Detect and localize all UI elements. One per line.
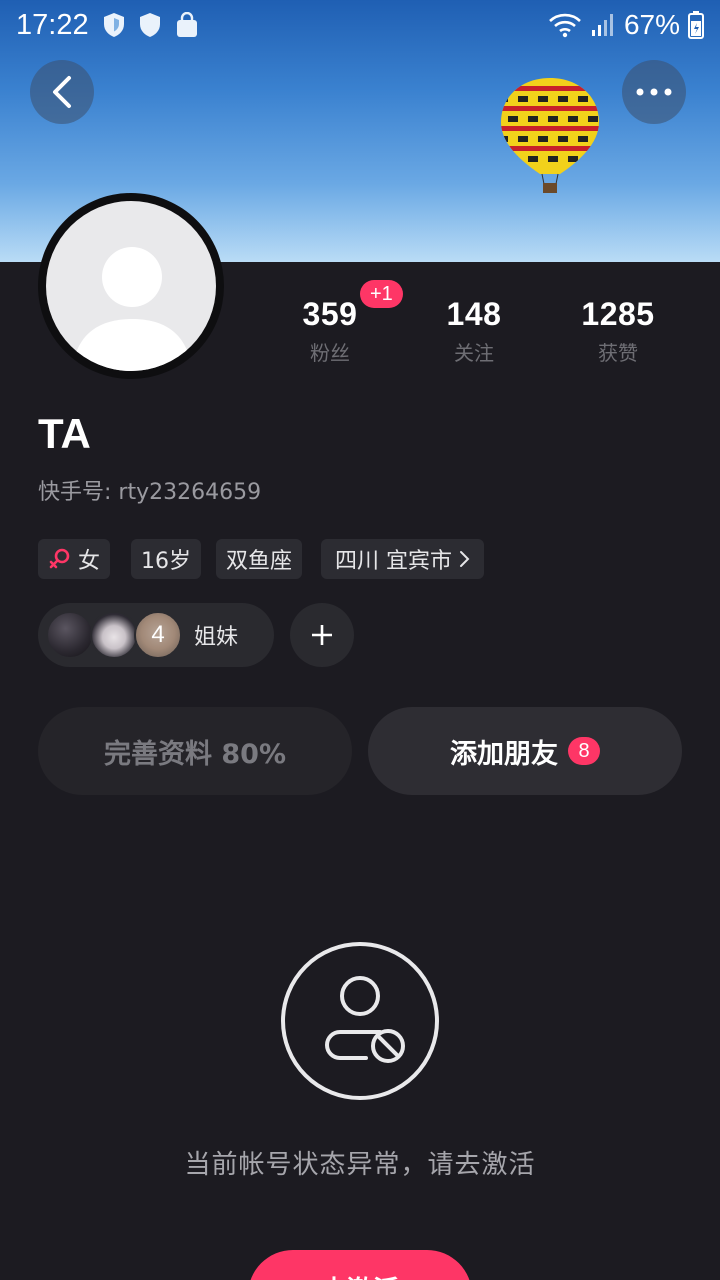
more-options-button[interactable] [622,60,686,124]
likes-count: 1285 [581,296,655,332]
group-count: 4 [136,613,180,657]
fans-label: 粉丝 [310,341,350,365]
add-group-button[interactable] [290,603,354,667]
add-friends-badge: 8 [568,737,600,765]
age-label: 16岁 [141,549,191,574]
complete-profile-label: 完善资料 80% [103,738,287,770]
female-icon [49,548,70,569]
activate-label: 去激活 [321,1270,399,1280]
more-horizontal-icon [636,88,672,96]
group-member-avatar [90,611,138,659]
add-friends-button[interactable]: 添加朋友 8 [368,707,682,795]
default-avatar-image [46,201,216,371]
zodiac-tag: 双鱼座 [216,539,303,579]
status-bar: 17:22 67% [0,0,720,50]
user-silhouette-icon [72,247,192,371]
stat-likes[interactable]: 1285 获赞 [558,296,678,366]
avatar[interactable] [38,193,224,379]
stat-following[interactable]: 148 关注 [414,296,534,366]
status-right: 67% [548,9,704,41]
new-fans-badge: +1 [360,280,403,308]
chevron-left-icon [53,76,71,108]
location-tag[interactable]: 四川 宜宾市 [321,539,484,579]
chevron-right-icon [460,551,470,567]
profile-id[interactable]: 快手号: rty23264659 [38,474,261,506]
signal-icon [591,14,613,36]
account-disabled-icon [281,942,439,1100]
following-count: 148 [446,296,502,332]
battery-percent: 67% [623,9,680,40]
status-left-icons [103,12,199,38]
group-member-avatar: 4 [134,611,182,659]
complete-profile-button[interactable]: 完善资料 80% [38,707,352,795]
group-chip[interactable]: 4 姐妹 [38,603,274,667]
hot-air-balloon-image [501,78,599,193]
location-label: 四川 宜宾市 [335,549,452,574]
back-button[interactable] [30,60,94,124]
gender-tag: 女 [38,539,111,579]
likes-label: 获赞 [598,341,638,365]
battery-icon [688,11,704,39]
profile-name: TA [38,410,91,457]
group-member-avatar [46,611,94,659]
shield-icon [103,13,124,37]
add-friends-label: 添加朋友 [450,738,558,770]
following-label: 关注 [454,341,494,365]
group-label: 姐妹 [194,625,239,650]
shopping-bag-icon [176,12,197,37]
account-status-message: 当前帐号状态异常，请去激活 [184,1150,536,1180]
wifi-icon [549,13,581,38]
gender-label: 女 [78,549,101,574]
status-time: 17:22 [16,8,89,41]
shield-icon [139,13,160,37]
zodiac-label: 双鱼座 [226,549,293,574]
activate-button[interactable]: 去激活 [248,1250,472,1280]
plus-icon [312,625,332,645]
age-tag: 16岁 [131,539,201,579]
